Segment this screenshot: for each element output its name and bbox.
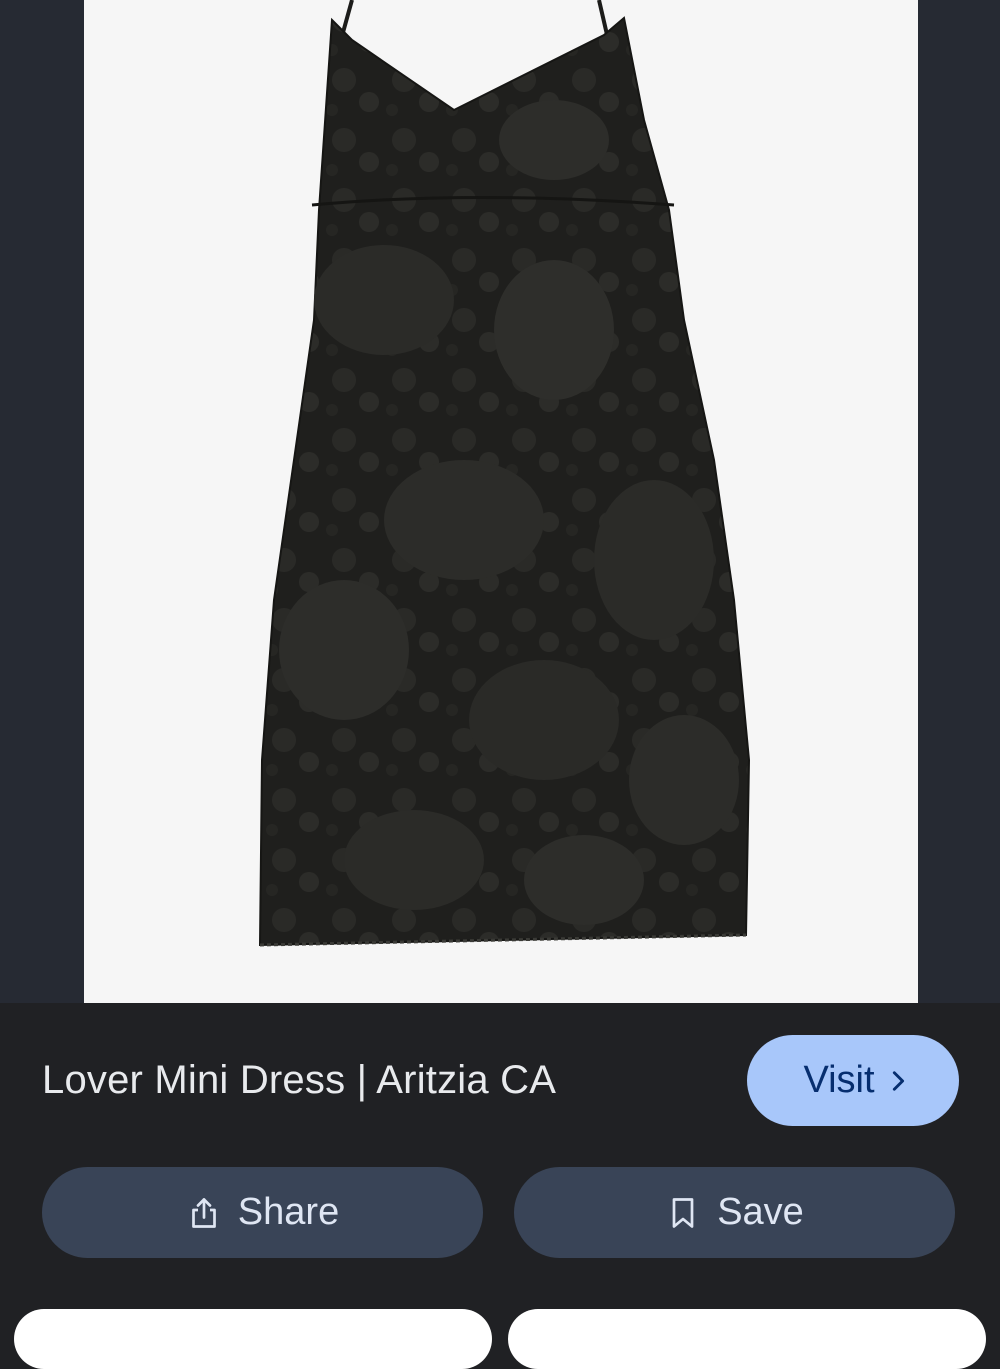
visit-label: Visit — [803, 1059, 875, 1101]
bookmark-icon — [672, 1197, 694, 1228]
share-button[interactable]: Share — [42, 1167, 483, 1258]
image-viewer — [0, 0, 1000, 1003]
share-label: Share — [237, 1191, 340, 1233]
result-title[interactable]: Lover Mini Dress | Aritzia CA — [42, 1058, 722, 1103]
dress-illustration — [258, 0, 751, 947]
chevron-right-icon — [892, 1070, 904, 1091]
result-info-panel: Lover Mini Dress | Aritzia CA Visit Shar… — [0, 1003, 1000, 1369]
save-label: Save — [717, 1191, 804, 1233]
related-result-card[interactable] — [14, 1309, 492, 1369]
save-button[interactable]: Save — [514, 1167, 955, 1258]
visit-button[interactable]: Visit — [747, 1035, 959, 1126]
product-image[interactable] — [84, 0, 918, 1003]
related-result-card[interactable] — [508, 1309, 986, 1369]
share-icon — [191, 1197, 216, 1228]
